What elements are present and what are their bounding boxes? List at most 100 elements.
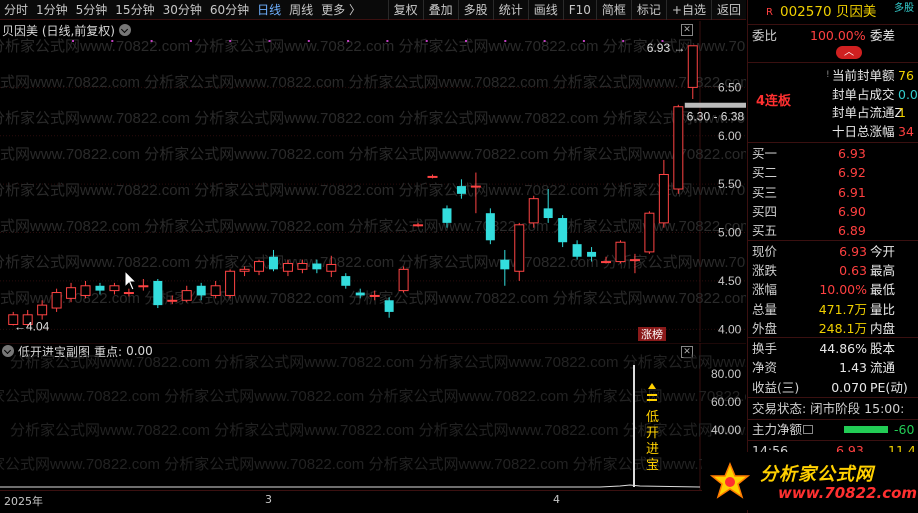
bid-label: 买三: [752, 184, 778, 200]
candle-body: [514, 224, 525, 272]
watermark-text: 分析家公式网www.70822.com 分析家公式网www.70822.com …: [10, 422, 746, 439]
site-logo: 分析家公式网 www.70822.com: [702, 452, 918, 510]
trade-status-text: 交易状态: 闭市阶段 15:00:: [752, 401, 905, 416]
y-tick-label: 6.50: [718, 80, 742, 94]
stat2-label-2: 股本: [870, 341, 896, 356]
y-tick-label: 4.00: [718, 322, 742, 336]
signal-dot: [268, 40, 271, 42]
candle-body: [268, 256, 278, 270]
seal-info-label: 十日总涨幅: [832, 123, 895, 139]
subchart-area[interactable]: 分析家公式网www.70822.com 分析家公式网www.70822.com …: [0, 343, 746, 490]
toolbar-button[interactable]: 统计: [492, 0, 528, 20]
candle-body: [485, 213, 495, 241]
watermark-text: 分析家公式网www.70822.com 分析家公式网www.70822.com …: [0, 218, 746, 235]
stat-label: 涨跌: [752, 263, 778, 279]
period-tab[interactable]: 15分钟: [111, 0, 158, 20]
stat2-value: 0.070: [831, 379, 867, 395]
candle-body: [225, 270, 236, 296]
toolbar-button[interactable]: +自选: [665, 0, 711, 20]
doc-icon[interactable]: [803, 425, 813, 434]
candle-body: [427, 175, 438, 178]
trade-status: 交易状态: 闭市阶段 15:00:: [748, 399, 918, 418]
period-tab[interactable]: 5分钟: [72, 0, 112, 20]
sub-y-tick: 60.00: [711, 395, 741, 409]
candle-body: [470, 185, 481, 188]
date-label-year: 2025年: [4, 495, 43, 508]
period-tab[interactable]: 60分钟: [206, 0, 253, 20]
signal-dot: [72, 40, 74, 42]
weicha-label: 委差: [870, 28, 896, 43]
candle-body: [297, 263, 308, 270]
period-tab[interactable]: 周线: [285, 0, 317, 20]
weibi-value: 100.00%: [810, 28, 866, 43]
candle-body: [658, 173, 669, 224]
seal-info-value: 34: [898, 123, 914, 139]
bid-row: 买四 6.90: [748, 202, 918, 221]
multi-stock-link[interactable]: 多股: [894, 0, 914, 18]
signal-arrow-icon: [648, 383, 656, 389]
watermark-text: 分析家公式网www.70822.com 分析家公式网www.70822.com …: [0, 146, 746, 163]
watermark-text: 分析家公式网www.70822.com 分析家公式网www.70822.com …: [0, 110, 746, 127]
candle-body: [644, 212, 655, 253]
toolbar-button[interactable]: 复权: [387, 0, 423, 20]
stat2-label: 换手: [752, 341, 778, 356]
date-label-april: 4: [553, 493, 560, 506]
main-flow-bar: [844, 426, 888, 433]
candlestick-chart[interactable]: 分析家公式网www.70822.com 分析家公式网www.70822.com …: [0, 21, 746, 342]
candle-body: [629, 259, 640, 262]
main-flow-row: 主力净额 -60: [748, 420, 918, 439]
bid-label: 买二: [752, 165, 778, 181]
signal-dot: [386, 40, 389, 42]
stat-row: 涨跌 0.63 最高: [748, 261, 918, 280]
stat-label: 现价: [752, 244, 778, 259]
candle-body: [109, 285, 120, 292]
seal-info-row: 十日总涨幅 34: [748, 122, 918, 141]
candle-body: [181, 290, 192, 301]
bid-label: 买一: [752, 146, 778, 161]
price-box-bar: [684, 102, 746, 108]
sub-line: [0, 484, 701, 488]
candle-body: [210, 285, 221, 296]
candle-body: [355, 292, 365, 296]
period-tab[interactable]: 更多 〉: [317, 0, 365, 20]
candle-body: [167, 299, 178, 302]
signal-char: 开: [646, 425, 659, 440]
stat-value: 248.1万: [818, 320, 867, 336]
candle-body: [138, 285, 149, 288]
candle-body: [398, 268, 409, 292]
bid-label: 买四: [752, 203, 778, 219]
candle-body: [37, 304, 48, 316]
collapse-up-icon[interactable]: ︿: [836, 46, 862, 59]
watermark-text: 分析家公式网www.70822.com 分析家公式网www.70822.com …: [0, 254, 746, 271]
candle-body: [687, 45, 698, 88]
y-tick-label: 4.50: [718, 274, 742, 288]
candle-body: [442, 208, 452, 223]
stat2-value: 44.86%: [819, 341, 867, 356]
weibi-row: 委比 100.00% 委差: [748, 26, 918, 45]
period-tab[interactable]: 日线: [253, 0, 285, 20]
toolbar-button[interactable]: F10: [562, 0, 596, 20]
signal-dot: [504, 40, 507, 42]
stat-value: 0.63: [839, 263, 867, 279]
toolbar-button[interactable]: 简框: [595, 0, 631, 20]
period-tab[interactable]: 30分钟: [159, 0, 206, 20]
candle-body: [95, 285, 105, 291]
toolbar-button[interactable]: 画线: [527, 0, 563, 20]
bid-price: 6.90: [838, 203, 866, 219]
signal-dot: [465, 40, 467, 42]
price-box-label: 6.30 - 6.38: [687, 110, 745, 124]
stock-code-name: 002570 贝因美: [780, 4, 877, 20]
candle-body: [384, 300, 394, 312]
toolbar-button[interactable]: 叠加: [422, 0, 458, 20]
period-tab[interactable]: 1分钟: [32, 0, 72, 20]
toolbar-button[interactable]: 标记: [630, 0, 666, 20]
toolbar-button[interactable]: 返回: [710, 0, 746, 20]
period-tab[interactable]: 分时: [0, 0, 32, 20]
stat-value: 471.7万: [818, 301, 867, 317]
signal-dot: [189, 40, 192, 42]
seal-info-value: 1: [898, 105, 906, 120]
candle-body: [369, 294, 380, 297]
toolbar-button[interactable]: 多股: [457, 0, 493, 20]
stat-row: 总量 471.7万 量比: [748, 300, 918, 319]
stat2-label: 净资: [752, 360, 778, 376]
